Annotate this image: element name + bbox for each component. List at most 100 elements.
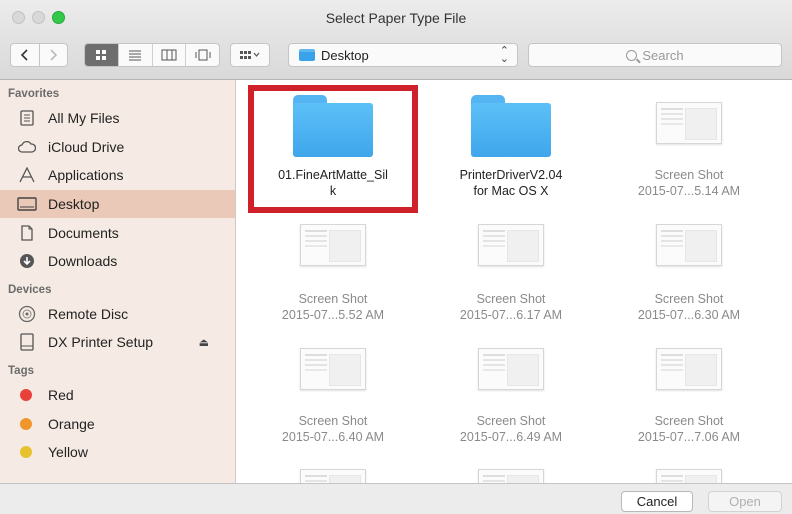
location-label: Desktop (321, 47, 369, 63)
list-view-icon (129, 50, 142, 61)
sidebar-item-tag-orange[interactable]: Orange (0, 409, 235, 438)
sidebar-item-tag-red[interactable]: Red (0, 381, 235, 410)
arrange-icon (240, 51, 260, 59)
screenshot-thumbnail-icon (300, 224, 366, 266)
file-item-screenshot[interactable]: Screen Shot 2015-07...5.52 AM (244, 224, 422, 323)
yellow-tag-icon (20, 446, 32, 459)
sidebar-item-label: Yellow (48, 444, 88, 461)
forward-button[interactable] (38, 44, 68, 66)
file-item-fineartmatte-silk[interactable]: 01.FineArtMatte_Sil k (244, 95, 422, 199)
sidebar-section-devices: Devices (8, 283, 52, 296)
sidebar-item-label: All My Files (48, 110, 120, 127)
all-files-icon (16, 109, 38, 127)
sidebar-item-label: Desktop (48, 196, 100, 213)
file-name: Screen Shot 2015-07...6.17 AM (459, 292, 563, 322)
sidebar-item-label: DX Printer Setup (48, 334, 154, 351)
folder-icon (293, 95, 373, 157)
sidebar-item-label: Documents (48, 224, 119, 241)
sidebar-item-icloud-drive[interactable]: iCloud Drive (0, 133, 235, 162)
folder-icon (471, 95, 551, 157)
icon-view-button[interactable] (85, 44, 118, 66)
sidebar-item-tag-yellow[interactable]: Yellow (0, 438, 235, 467)
sidebar-item-label: Orange (48, 415, 95, 432)
icon-view-icon (96, 50, 107, 60)
file-name: Screen Shot 2015-07...7.06 AM (637, 414, 741, 444)
file-item-screenshot[interactable]: Screen Shot 2015-07...6.17 AM (422, 224, 600, 323)
file-item-partial[interactable] (422, 469, 600, 483)
screenshot-thumbnail-icon (656, 102, 722, 144)
cover-flow-button[interactable] (185, 44, 219, 66)
view-mode-selector (84, 43, 220, 67)
navigation-buttons (10, 43, 68, 67)
file-name: Screen Shot 2015-07...5.52 AM (281, 292, 385, 322)
arrange-menu-button[interactable] (230, 43, 270, 67)
file-item-screenshot[interactable]: Screen Shot 2015-07...6.49 AM (422, 348, 600, 445)
screenshot-thumbnail-icon (300, 469, 366, 483)
file-item-partial[interactable] (244, 469, 422, 483)
applications-icon (16, 166, 38, 184)
file-name: Screen Shot 2015-07...6.40 AM (281, 414, 385, 444)
screenshot-thumbnail-icon (656, 348, 722, 390)
cover-flow-icon (195, 49, 211, 61)
sidebar-item-remote-disc[interactable]: Remote Disc (0, 300, 235, 329)
orange-tag-icon (20, 417, 32, 430)
sidebar-item-desktop[interactable]: Desktop (0, 189, 235, 219)
sidebar-item-applications[interactable]: Applications (0, 161, 235, 190)
location-popup[interactable]: Desktop ⌃ ⌄ (288, 43, 518, 67)
screenshot-thumbnail-icon (478, 469, 544, 483)
file-name: Screen Shot 2015-07...5.14 AM (637, 168, 741, 198)
screenshot-thumbnail-icon (656, 224, 722, 266)
downloads-icon (16, 252, 38, 270)
search-icon (626, 49, 638, 61)
sidebar-item-label: iCloud Drive (48, 138, 125, 155)
file-item-printerdriver[interactable]: PrinterDriverV2.04 for Mac OS X (422, 95, 600, 199)
list-view-button[interactable] (117, 44, 152, 66)
drive-icon (16, 333, 38, 352)
updown-chevron-icon: ⌃ ⌄ (499, 45, 509, 65)
window-title: Select Paper Type File (325, 10, 467, 26)
sidebar-item-dx-printer-setup[interactable]: DX Printer Setup ⏏ (0, 328, 235, 357)
sidebar-item-label: Red (48, 387, 74, 404)
sidebar-item-all-my-files[interactable]: All My Files (0, 104, 235, 133)
desktop-folder-icon (299, 49, 315, 61)
back-button[interactable] (11, 44, 39, 66)
file-item-screenshot[interactable]: Screen Shot 2015-07...5.14 AM (600, 102, 778, 199)
file-item-partial[interactable] (600, 469, 778, 483)
dialog-button-bar: Cancel Open (0, 483, 792, 514)
documents-icon (16, 224, 38, 242)
sidebar-section-favorites: Favorites (8, 88, 60, 100)
file-item-screenshot[interactable]: Screen Shot 2015-07...6.40 AM (244, 348, 422, 445)
red-tag-icon (20, 389, 32, 402)
open-button[interactable]: Open (708, 491, 782, 512)
file-name: Screen Shot 2015-07...6.30 AM (637, 292, 741, 322)
search-field[interactable]: Search (528, 43, 782, 67)
sidebar-section-tags: Tags (8, 364, 34, 377)
sidebar-item-label: Downloads (48, 253, 118, 270)
search-placeholder: Search (642, 47, 684, 63)
file-name: PrinterDriverV2.04 for Mac OS X (459, 168, 563, 198)
eject-icon[interactable]: ⏏ (199, 336, 209, 349)
sidebar-item-downloads[interactable]: Downloads (0, 247, 235, 276)
screenshot-thumbnail-icon (478, 224, 544, 266)
file-item-screenshot[interactable]: Screen Shot 2015-07...6.30 AM (600, 224, 778, 323)
file-item-screenshot[interactable]: Screen Shot 2015-07...7.06 AM (600, 348, 778, 445)
file-name: 01.FineArtMatte_Sil k (278, 168, 388, 198)
screenshot-thumbnail-icon (656, 469, 722, 483)
desktop-icon (16, 195, 38, 213)
cancel-button[interactable]: Cancel (621, 491, 693, 512)
screenshot-thumbnail-icon (478, 348, 544, 390)
column-view-button[interactable] (151, 44, 186, 66)
disc-icon (16, 305, 38, 323)
sidebar: Favorites All My Files iCloud Drive Appl… (0, 80, 236, 483)
cloud-icon (16, 138, 38, 156)
chevron-right-icon (50, 49, 57, 61)
sidebar-item-label: Applications (48, 167, 124, 184)
file-name: Screen Shot 2015-07...6.49 AM (459, 414, 563, 444)
sidebar-item-label: Remote Disc (48, 305, 129, 322)
column-view-icon (161, 49, 177, 61)
title-bar: Select Paper Type File Desktop ⌃ ⌄ Searc… (0, 0, 792, 80)
file-open-dialog: Select Paper Type File Desktop ⌃ ⌄ Searc… (0, 0, 792, 514)
screenshot-thumbnail-icon (300, 348, 366, 390)
sidebar-item-documents[interactable]: Documents (0, 218, 235, 247)
file-icon-grid: 01.FineArtMatte_Sil k PrinterDriverV2.04 f… (237, 80, 792, 483)
